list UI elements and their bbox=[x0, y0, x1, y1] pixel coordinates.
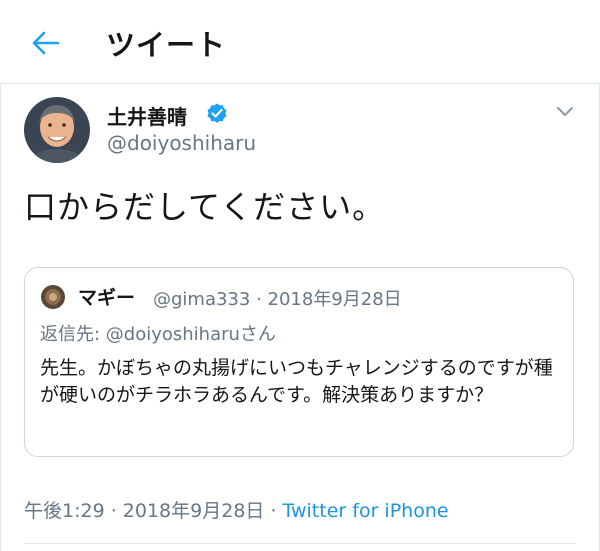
footer-separator: · bbox=[264, 500, 283, 522]
author-avatar[interactable] bbox=[24, 97, 90, 163]
author-name[interactable]: 土井善晴 bbox=[107, 101, 187, 130]
tweet-footer: 午後1:29 · 2018年9月28日 · Twitter for iPhone bbox=[24, 496, 449, 523]
tweet-text: 口からだしてください。 bbox=[24, 188, 386, 226]
bottom-divider bbox=[24, 543, 576, 544]
verified-badge-icon bbox=[207, 103, 227, 123]
top-bar: ツイート bbox=[0, 0, 600, 84]
quoted-reply-to: 返信先: @doiyoshiharuさん bbox=[40, 324, 276, 345]
tweet-source-link[interactable]: Twitter for iPhone bbox=[283, 500, 449, 522]
quoted-tweet-card[interactable]: マギー @gima333 · 2018年9月28日 返信先: @doiyoshi… bbox=[24, 267, 574, 457]
left-divider bbox=[0, 83, 1, 551]
quoted-tweet-text: 先生。かぼちゃの丸揚げにいつもチャレンジするのですが種が硬いのがチラホラあるんで… bbox=[40, 357, 553, 406]
back-arrow-icon[interactable] bbox=[28, 28, 62, 58]
page-title: ツイート bbox=[106, 28, 227, 62]
quoted-meta: @gima333 · 2018年9月28日 bbox=[153, 289, 402, 310]
quoted-author-avatar[interactable] bbox=[41, 285, 65, 309]
author-handle[interactable]: @doiyoshiharu bbox=[107, 131, 256, 155]
quoted-author-name: マギー bbox=[78, 287, 136, 309]
chevron-down-icon[interactable] bbox=[554, 100, 576, 122]
tweet-timestamp[interactable]: 午後1:29 · 2018年9月28日 bbox=[24, 500, 264, 522]
